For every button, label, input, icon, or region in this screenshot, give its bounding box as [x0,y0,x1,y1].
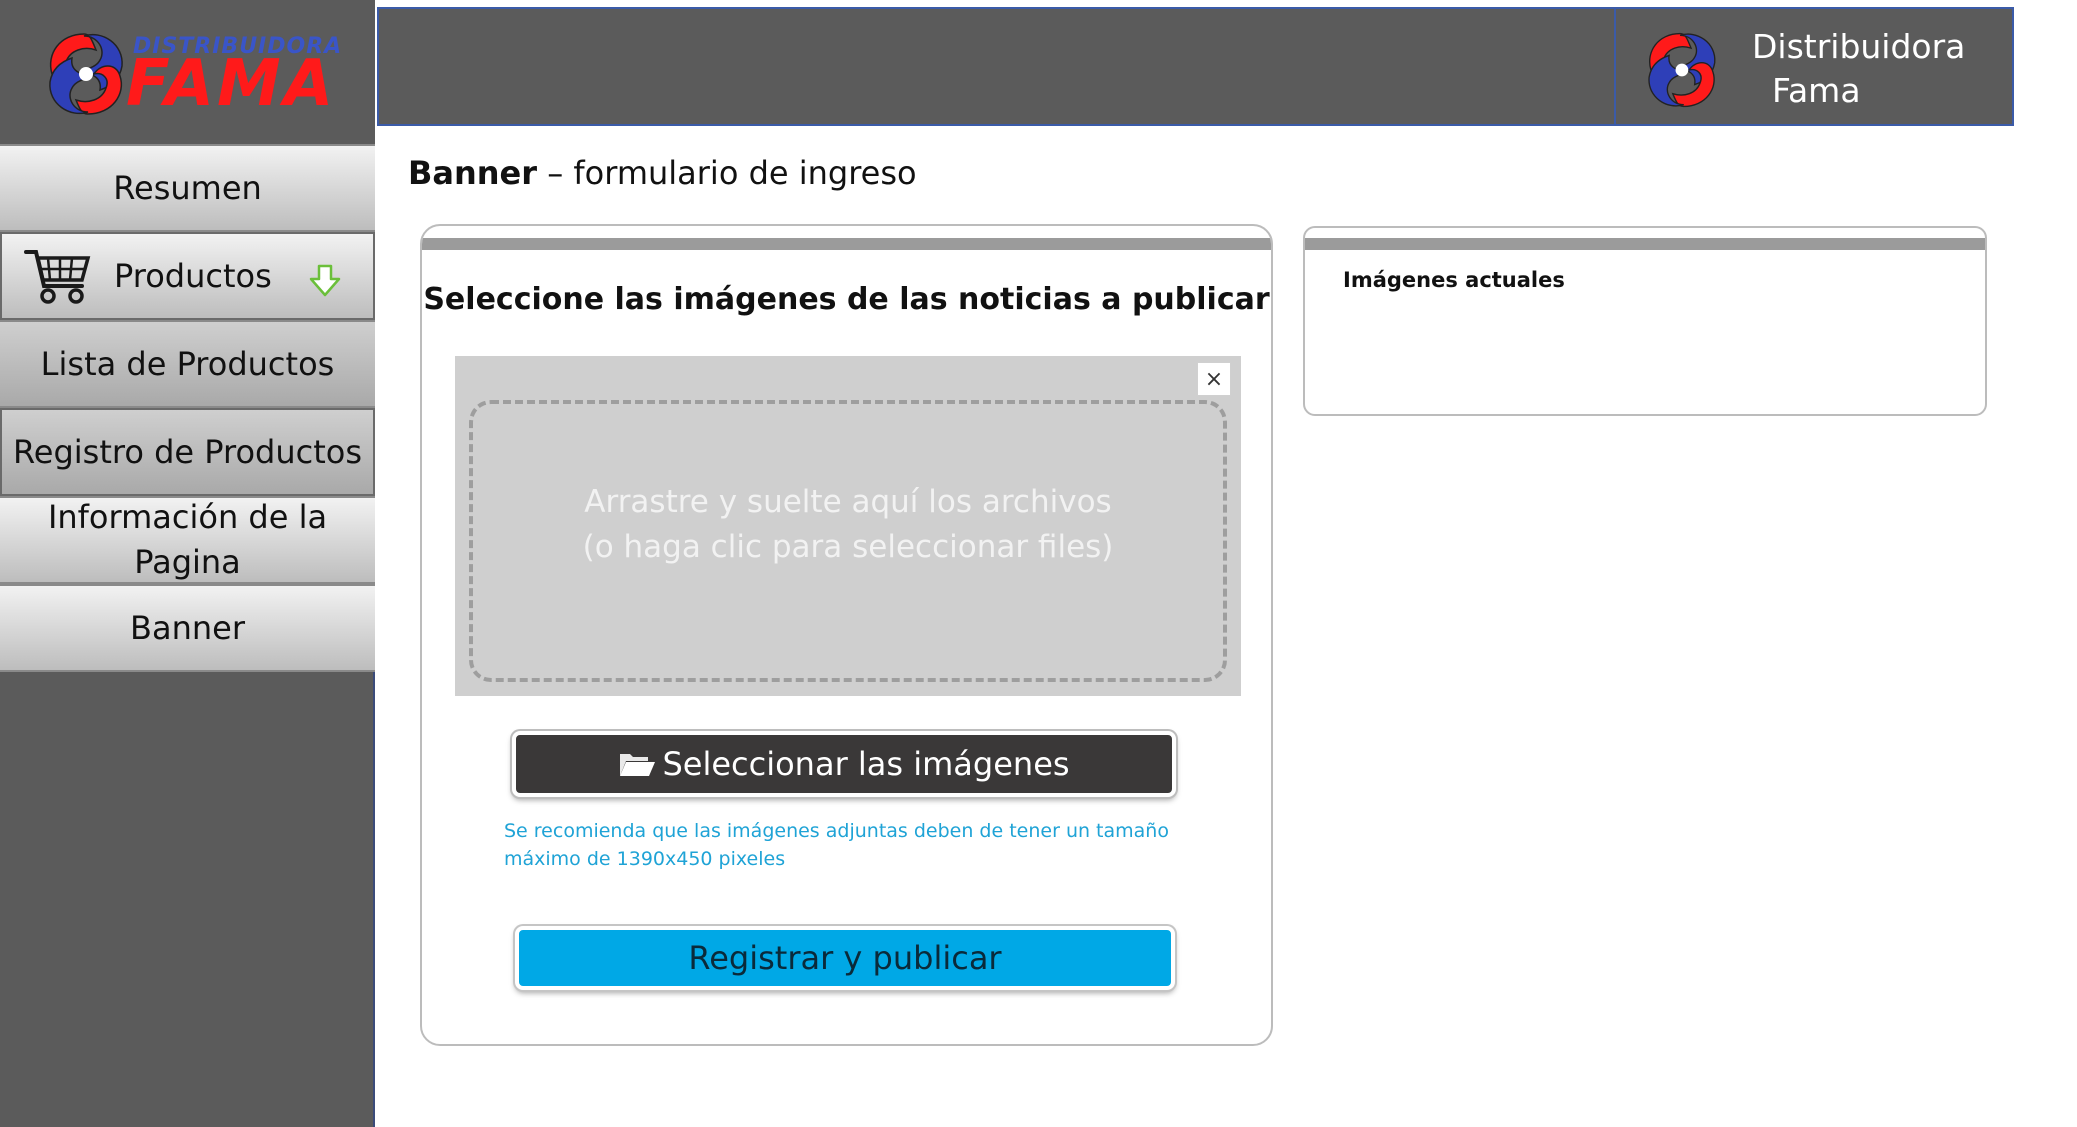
dropzone-text: Arrastre y suelte aquí los archivos (o h… [455,480,1241,570]
current-images-title: Imágenes actuales [1343,268,1565,292]
cart-icon [24,250,91,304]
brand-name-line2: Fama [1772,71,1861,110]
sidebar-item-label: Información de la Pagina [47,498,328,581]
select-images-label: Seleccionar las imágenes [662,745,1070,783]
sidebar-logo[interactable]: DISTRIBUIDORA FAMA [0,0,375,144]
page-title: Banner – formulario de ingreso [408,154,917,192]
card-header-bar [422,238,1271,250]
fama-logo-icon [49,33,123,115]
sidebar-item-productos[interactable]: Productos [0,232,375,320]
header-brand[interactable]: Distribuidora Fama [1614,7,2014,126]
app-root: DISTRIBUIDORA FAMA Resumen Productos Lis… [0,0,2077,1127]
select-images-button[interactable]: Seleccionar las imágenes [512,731,1176,797]
card-header-bar [1305,238,1985,250]
sidebar-item-lista-productos[interactable]: Lista de Productos [0,320,375,408]
form-heading: Seleccione las imágenes de las noticias … [423,282,1270,317]
current-images-card: Imágenes actuales [1303,226,1987,416]
folder-open-icon [620,754,656,776]
page-title-rest: – formulario de ingreso [537,154,917,192]
sidebar-item-label: Resumen [113,168,262,207]
logo-title: FAMA [126,47,337,121]
page-title-bold: Banner [408,154,538,192]
dropzone-text-line1: Arrastre y suelte aquí los archivos [584,484,1112,520]
register-publish-button[interactable]: Registrar y publicar [515,926,1175,990]
brand-name: Distribuidora [1752,27,1966,66]
close-icon[interactable]: × [1197,362,1231,396]
file-dropzone[interactable]: × Arrastre y suelte aquí los archivos (o… [455,356,1241,696]
sidebar-item-label: Productos [114,256,272,295]
image-size-hint: Se recomienda que las imágenes adjuntas … [504,820,1169,870]
upload-form-card: Seleccione las imágenes de las noticias … [420,224,1273,1046]
sidebar-item-informacion-pagina[interactable]: Información de la Pagina [0,496,375,584]
sidebar-item-label: Registro de Productos [12,432,363,471]
sidebar-item-banner[interactable]: Banner [0,584,375,672]
sidebar-item-label: Banner [130,608,245,647]
sidebar-item-label: Lista de Productos [40,344,335,383]
arrow-down-icon[interactable] [308,264,342,298]
sidebar: DISTRIBUIDORA FAMA Resumen Productos Lis… [0,0,375,1127]
sidebar-item-resumen[interactable]: Resumen [0,144,375,232]
dropzone-text-line2: (o haga clic para seleccionar files) [582,528,1114,565]
fama-logo-icon [1648,32,1716,108]
sidebar-item-registro-productos[interactable]: Registro de Productos [0,408,375,496]
